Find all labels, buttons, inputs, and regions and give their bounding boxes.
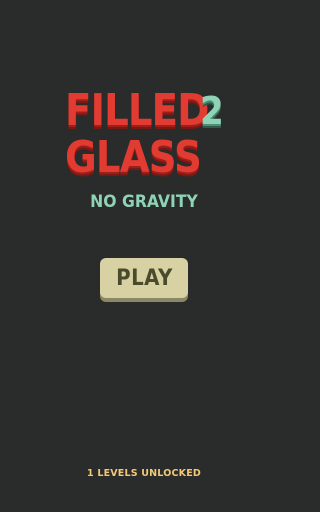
title-number: 2 [200,89,224,133]
game-subtitle: NO GRAVITY [90,192,198,212]
title-line-glass: GLASS [65,132,202,183]
levels-unlocked-status: 1 LEVELS UNLOCKED [87,468,201,479]
play-button[interactable]: PLAY [100,258,188,298]
title-line-filled: FILLED [65,85,209,136]
play-button-label: PLAY [115,265,173,291]
